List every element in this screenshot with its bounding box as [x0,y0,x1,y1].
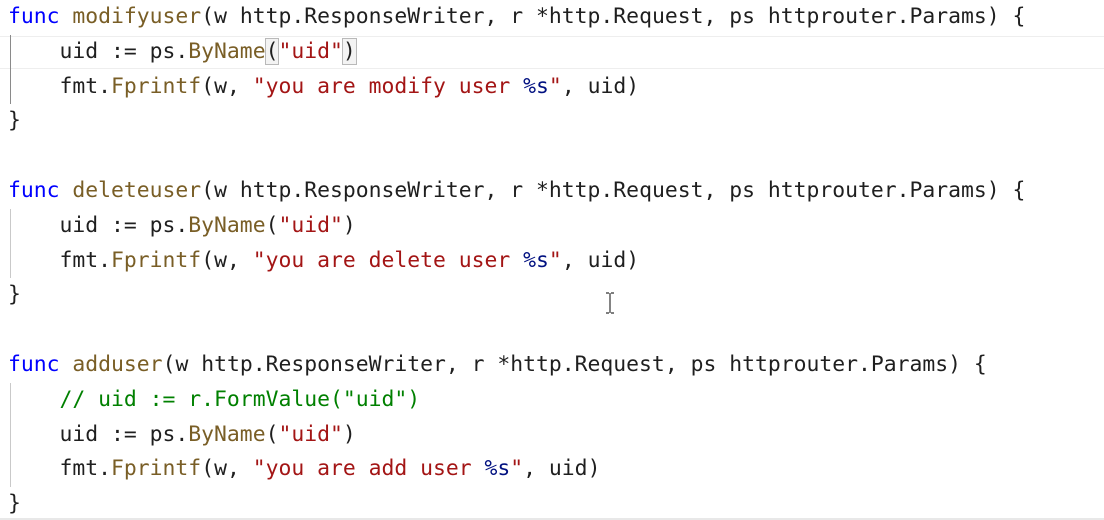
code-token: " [548,247,562,273]
code-token: (w http.ResponseWriter, r *http.Request,… [201,4,1026,29]
i-beam-cursor-icon [606,292,614,314]
code-token: "uid" [278,38,343,64]
code-token: ByName [188,38,266,64]
code-token: } [8,282,21,308]
code-token: } [8,108,21,134]
code-token: " [548,73,562,99]
code-token: %s [523,247,549,273]
code-token: ( [265,212,279,238]
code-token: Fprintf [111,247,202,273]
code-token: , uid) [561,247,640,273]
code-token: " [510,456,524,482]
code-token: ) [342,212,356,238]
code-token: fmt. [8,247,112,273]
code-token: fmt. [8,456,112,482]
code-token: Fprintf [111,73,202,99]
code-line[interactable] [0,313,1104,348]
code-token: (w, [201,456,253,482]
code-token: uid := ps. [8,212,189,238]
code-token: func [8,351,60,377]
code-line[interactable]: } [0,278,1104,313]
code-editor[interactable]: func modifyuser(w http.ResponseWriter, r… [0,0,1104,520]
code-token: uid := ps. [8,421,189,447]
code-line[interactable]: fmt.Fprintf(w, "you are add user %s", ui… [0,452,1104,487]
code-token: "uid" [278,421,343,447]
code-line[interactable] [0,139,1104,174]
code-token: ByName [188,212,266,238]
code-area[interactable]: func modifyuser(w http.ResponseWriter, r… [0,0,1104,520]
code-token: "you are delete user [252,247,524,273]
code-line[interactable]: uid := ps.ByName("uid") [0,418,1104,453]
indent-guide [10,34,11,105]
code-token: // uid := r.FormValue("uid") [59,386,421,412]
code-token: Fprintf [111,456,202,482]
code-line[interactable]: } [0,104,1104,139]
code-token: modifyuser [72,4,202,29]
code-line[interactable]: // uid := r.FormValue("uid") [0,383,1104,418]
matched-bracket: ) [341,37,357,65]
code-line[interactable]: } [0,487,1104,520]
code-token: (w, [201,73,253,99]
code-token: , uid) [523,456,601,482]
code-line[interactable]: func adduser(w http.ResponseWriter, r *h… [0,348,1104,383]
code-line[interactable]: uid := ps.ByName("uid") [0,209,1104,244]
code-token: deleteuser [72,177,202,203]
code-token: "you are add user [252,456,485,482]
code-token: "uid" [278,212,343,238]
code-token: , uid) [561,73,640,99]
code-token: fmt. [8,73,112,99]
code-token: (w http.ResponseWriter, r *http.Request,… [162,351,987,377]
code-line[interactable]: func deleteuser(w http.ResponseWriter, r… [0,174,1104,209]
code-token: ByName [188,421,266,447]
code-line[interactable]: uid := ps.ByName("uid") [0,35,1104,70]
code-token: func [8,177,60,203]
code-token: (w http.ResponseWriter, r *http.Request,… [201,177,1026,203]
code-token: func [8,4,60,29]
code-line[interactable]: func modifyuser(w http.ResponseWriter, r… [0,0,1104,35]
code-token: %s [523,73,549,99]
matched-bracket: ( [264,37,280,65]
code-token: ) [342,421,356,447]
code-token: uid := ps. [8,38,189,64]
code-line[interactable]: fmt.Fprintf(w, "you are modify user %s",… [0,70,1104,105]
code-token: adduser [72,351,163,377]
code-token: %s [484,456,511,482]
code-token: "you are modify user [252,73,524,99]
code-token: (w, [201,247,253,273]
code-line[interactable]: fmt.Fprintf(w, "you are delete user %s",… [0,244,1104,279]
indent-guide [10,382,11,488]
code-token: ( [265,421,279,447]
code-token: } [8,491,21,517]
indent-guide [10,208,11,279]
